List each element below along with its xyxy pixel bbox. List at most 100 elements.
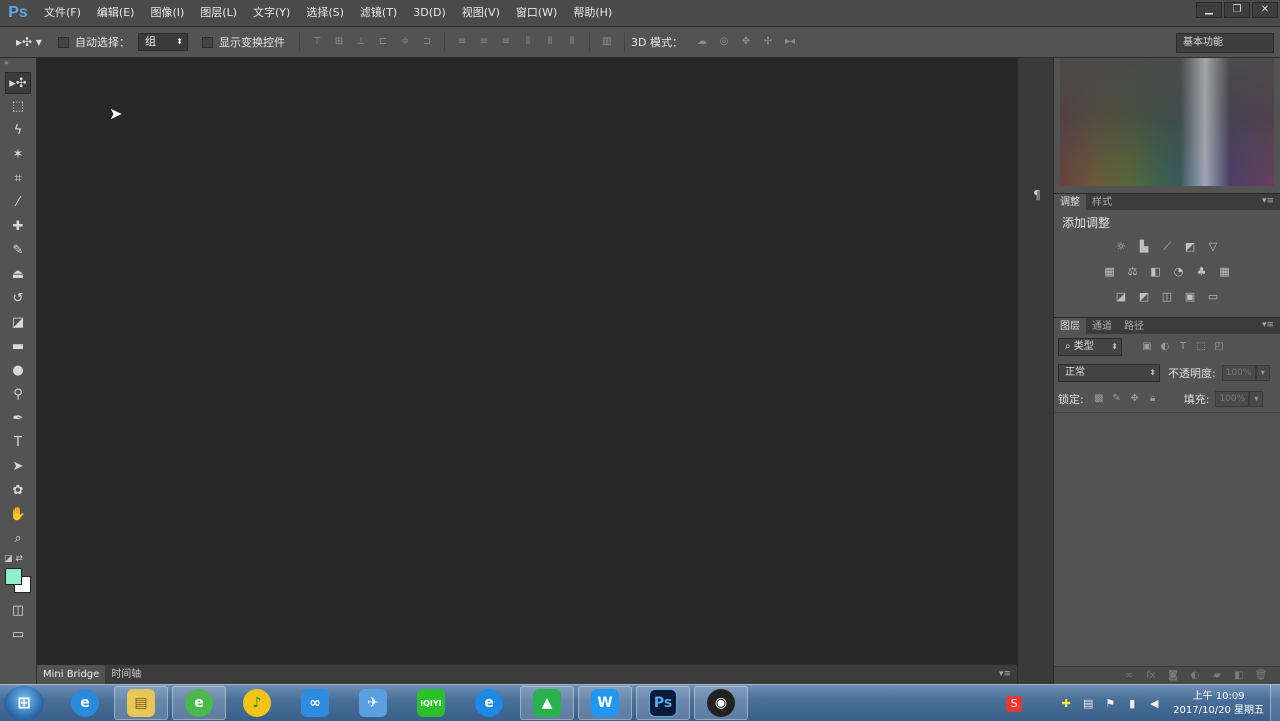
sogou-input-icon[interactable]: S [1006, 695, 1023, 712]
shape-tool-icon[interactable]: ✿ [5, 480, 31, 502]
taskbar-baidu-netdisk[interactable]: ∞ [288, 686, 342, 720]
adjustment-filter-icon[interactable]: ◐ [1156, 340, 1174, 354]
tab-layers[interactable]: 图层 [1054, 317, 1086, 335]
levels-icon[interactable]: ▙ [1136, 240, 1153, 254]
device-icon[interactable]: ▤ [1080, 696, 1096, 712]
default-colors-icon[interactable]: ◪ ⇄ [4, 554, 23, 564]
distribute-left-icon[interactable]: ⫴ [521, 35, 535, 49]
3d-roll-icon[interactable]: ◎ [717, 35, 731, 49]
blend-mode-dropdown[interactable]: 正常 ⬍ [1058, 364, 1160, 382]
selective-color-icon[interactable]: ▣ [1182, 290, 1199, 304]
hue-saturation-icon[interactable]: ▦ [1101, 265, 1118, 279]
delete-layer-icon[interactable]: 🗑︎ [1254, 670, 1268, 682]
layers-list[interactable] [1054, 412, 1280, 664]
move-tool-preset-icon[interactable]: ▸✣ ▾ [0, 35, 58, 49]
taskbar-internet-explorer[interactable]: e [58, 686, 112, 720]
dodge-tool-icon[interactable]: ⚲ [5, 384, 31, 406]
distribute-bottom-icon[interactable]: ≡ [499, 35, 513, 49]
crop-tool-icon[interactable]: ⌗ [5, 168, 31, 190]
restore-button[interactable]: ❐ [1224, 2, 1250, 18]
link-layers-icon[interactable]: ∞ [1122, 670, 1136, 682]
shape-filter-icon[interactable]: ⬚ [1192, 340, 1210, 354]
tab-channels[interactable]: 通道 [1086, 318, 1118, 335]
photo-filter-icon[interactable]: ◔ [1170, 265, 1187, 279]
distribute-top-icon[interactable]: ≡ [455, 35, 469, 49]
magic-wand-tool-icon[interactable]: ✶ [5, 144, 31, 166]
menu-layer[interactable]: 图层(L) [192, 0, 245, 26]
lock-all-icon[interactable]: 🔒︎ [1144, 392, 1162, 406]
taskbar-file-explorer[interactable]: ▤ [114, 686, 168, 720]
3d-drag-icon[interactable]: ✥ [739, 35, 753, 49]
tab-paths[interactable]: 路径 [1118, 318, 1150, 335]
panel-menu-icon[interactable]: ▾≡ [999, 669, 1011, 679]
taskbar-feishu[interactable]: ✈ [346, 686, 400, 720]
curves-icon[interactable]: ⟋ [1159, 240, 1176, 254]
flag-icon[interactable]: ⚑ [1102, 696, 1118, 712]
volume-icon[interactable]: ◀ [1146, 696, 1162, 712]
color-lookup-icon[interactable]: ▦ [1216, 265, 1233, 279]
menu-select[interactable]: 选择(S) [298, 0, 352, 26]
taskbar-obs[interactable]: ◉ [694, 686, 748, 720]
lasso-tool-icon[interactable]: ϟ [5, 120, 31, 142]
move-tool-icon[interactable]: ▸✣ [5, 72, 31, 94]
type-tool-icon[interactable]: T [5, 432, 31, 454]
screen-mode-icon[interactable]: ▭ [5, 624, 31, 646]
color-balance-icon[interactable]: ⚖ [1124, 265, 1141, 279]
threshold-icon[interactable]: ◫ [1159, 290, 1176, 304]
menu-view[interactable]: 视图(V) [454, 0, 508, 26]
menu-filter[interactable]: 滤镜(T) [352, 0, 405, 26]
3d-rotate-icon[interactable]: ☁ [695, 35, 709, 49]
brush-tool-icon[interactable]: ✎ [5, 240, 31, 262]
new-adjustment-layer-icon[interactable]: ◐ [1188, 670, 1202, 682]
eyedropper-tool-icon[interactable]: ⁄ [5, 192, 31, 214]
invert-icon[interactable]: ◪ [1113, 290, 1130, 304]
smart-object-filter-icon[interactable]: ◰ [1210, 340, 1228, 354]
lock-position-icon[interactable]: ✥ [1126, 392, 1144, 406]
tab-adjustments[interactable]: 调整 [1054, 193, 1086, 211]
opacity-dropdown-icon[interactable]: ▾ [1255, 365, 1270, 381]
tab-styles[interactable]: 样式 [1086, 194, 1118, 211]
tab-timeline[interactable]: 时间轴 [105, 665, 147, 685]
auto-align-icon[interactable]: ▥ [600, 35, 614, 49]
new-group-icon[interactable]: ▰ [1210, 670, 1224, 682]
start-button[interactable]: ⊞ [4, 686, 44, 720]
menu-file[interactable]: 文件(F) [36, 0, 89, 26]
3d-scale-icon[interactable]: ▸◂ [783, 35, 797, 49]
gradient-tool-icon[interactable]: ▬ [5, 336, 31, 358]
hand-tool-icon[interactable]: ✋ [5, 504, 31, 526]
eraser-tool-icon[interactable]: ◪ [5, 312, 31, 334]
document-canvas-area[interactable] [37, 58, 1017, 664]
new-layer-icon[interactable]: ◧ [1232, 670, 1246, 682]
taskbar-360-browser[interactable]: e [172, 686, 226, 720]
healing-brush-tool-icon[interactable]: ✚ [5, 216, 31, 238]
align-left-icon[interactable]: ⊏ [376, 35, 390, 49]
path-selection-tool-icon[interactable]: ➤ [5, 456, 31, 478]
taskbar-ie-browser[interactable]: e [462, 686, 516, 720]
exposure-icon[interactable]: ◩ [1182, 240, 1199, 254]
layer-filter-dropdown[interactable]: ⌕ 类型 ⬍ [1058, 338, 1122, 356]
pen-tool-icon[interactable]: ✒ [5, 408, 31, 430]
add-mask-icon[interactable]: ◙ [1166, 670, 1180, 682]
menu-window[interactable]: 窗口(W) [508, 0, 565, 26]
taskbar-photoshop[interactable]: Ps [636, 686, 690, 720]
align-bottom-icon[interactable]: ⊥ [354, 35, 368, 49]
layer-style-icon[interactable]: fx [1144, 670, 1158, 682]
show-desktop-button[interactable] [1270, 685, 1280, 721]
align-vcenter-icon[interactable]: ⊞ [332, 35, 346, 49]
minimize-button[interactable]: ▁ [1196, 2, 1222, 18]
distribute-vcenter-icon[interactable]: ≡ [477, 35, 491, 49]
align-right-icon[interactable]: ⊐ [420, 35, 434, 49]
fill-field[interactable]: 100% [1215, 391, 1250, 407]
blur-tool-icon[interactable]: ● [5, 360, 31, 382]
menu-image[interactable]: 图像(I) [142, 0, 192, 26]
taskbar-iqiyi[interactable]: iQIYI [404, 686, 458, 720]
clone-stamp-tool-icon[interactable]: ⏏ [5, 264, 31, 286]
marquee-tool-icon[interactable]: ⬚ [5, 96, 31, 118]
posterize-icon[interactable]: ◩ [1136, 290, 1153, 304]
vibrance-icon[interactable]: ▽ [1205, 240, 1222, 254]
lock-image-icon[interactable]: ✎ [1108, 392, 1126, 406]
opacity-field[interactable]: 100% [1221, 365, 1256, 381]
pixel-filter-icon[interactable]: ▣ [1138, 340, 1156, 354]
paragraph-icon[interactable]: ¶ [1028, 186, 1046, 204]
taskbar-qq-music[interactable]: ♪ [230, 686, 284, 720]
